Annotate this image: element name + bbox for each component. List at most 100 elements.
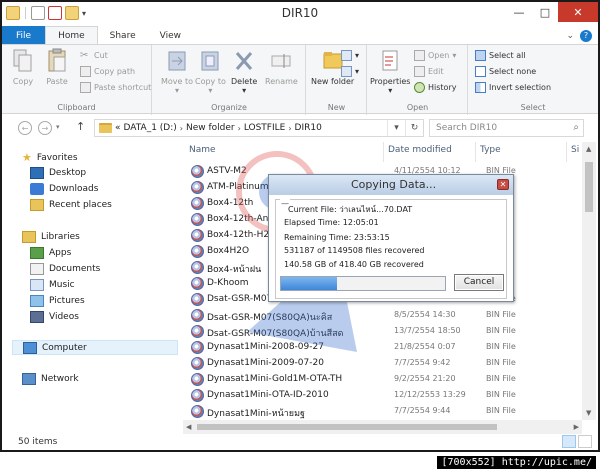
dropdown-icon: ▾ [208, 86, 213, 95]
file-row[interactable]: Dynasat1Mini-2008-09-27 21/8/2554 0:07 BIN… [189, 340, 589, 355]
recent-locations-icon[interactable]: ▾ [56, 123, 60, 131]
cancel-button[interactable]: Cancel [454, 274, 504, 291]
nav-recent-label: Recent places [49, 200, 112, 210]
breadcrumb-new-folder[interactable]: New folder [186, 123, 235, 133]
desktop-icon [30, 167, 44, 179]
overflow-crumb[interactable]: « [115, 123, 121, 133]
file-row[interactable]: Dsat-GSR-M07(S80QA)บ้านสีสด 13/7/2554 18:… [189, 324, 589, 339]
back-button[interactable]: ← [18, 121, 32, 135]
bin-file-icon [191, 309, 204, 322]
bin-file-icon [191, 389, 204, 402]
file-row[interactable]: Dynasat1Mini-Gold1M-OTA-TH 9/2/2554 21:20… [189, 372, 589, 387]
new-item-button[interactable]: ▾ [341, 50, 359, 61]
select-none-button[interactable]: Select none [475, 66, 536, 77]
column-divider[interactable] [383, 142, 384, 162]
tab-share[interactable]: Share [98, 26, 148, 45]
copy-path-button[interactable]: Copy path [80, 66, 135, 77]
minimize-button[interactable]: — [506, 2, 532, 22]
chevron-right-icon[interactable]: › [180, 124, 183, 133]
address-history-icon[interactable]: ▾ [387, 120, 405, 136]
column-size[interactable]: Si [571, 145, 579, 155]
address-bar-controls: ▾ ↻ [387, 120, 423, 136]
chevron-right-icon[interactable]: › [238, 124, 241, 133]
search-icon[interactable]: ⌕ [573, 122, 579, 133]
nav-desktop[interactable]: Desktop [30, 167, 86, 179]
bin-file-icon [191, 357, 204, 370]
edit-button[interactable]: Edit [414, 66, 444, 77]
scroll-down-icon[interactable]: ▼ [586, 409, 591, 417]
invert-selection-button[interactable]: Invert selection [475, 82, 551, 93]
dialog-close-button[interactable]: ✕ [497, 179, 509, 190]
scroll-left-icon[interactable]: ◀ [186, 423, 191, 431]
move-to-button[interactable]: Move to ▾ [161, 48, 193, 95]
nav-libraries[interactable]: Libraries [22, 231, 80, 243]
easy-access-button[interactable]: ▾ [341, 66, 359, 77]
scroll-thumb[interactable] [585, 162, 593, 212]
file-row[interactable]: Dynasat1Mini-OTA-ID-2010 12/12/2553 13:29… [189, 388, 589, 403]
nav-favorites[interactable]: ★ Favorites [22, 151, 78, 164]
column-divider[interactable] [475, 142, 476, 162]
nav-downloads-label: Downloads [49, 184, 99, 194]
ribbon-tabs: File Home Share View ⌄ ? [2, 26, 598, 45]
column-name[interactable]: Name [189, 145, 216, 155]
file-row[interactable]: Dynasat1Mini-2009-07-20 7/7/2554 9:42 BIN … [189, 356, 589, 371]
search-input[interactable]: Search DIR10 ⌕ [429, 119, 584, 137]
tab-file[interactable]: File [2, 26, 46, 45]
large-icons-view-icon[interactable] [578, 435, 592, 448]
nav-network[interactable]: Network [22, 373, 79, 385]
copy-to-button[interactable]: Copy to ▾ [195, 48, 226, 95]
paste-button[interactable]: Paste [46, 48, 68, 86]
breadcrumb-drive[interactable]: DATA_1 (D:) [124, 123, 177, 133]
refresh-icon[interactable]: ↻ [405, 120, 423, 136]
nav-computer[interactable]: Computer [12, 340, 178, 355]
nav-documents[interactable]: Documents [30, 263, 100, 275]
address-bar[interactable]: « DATA_1 (D:) › New folder › LOSTFILE › … [94, 119, 424, 137]
scroll-thumb[interactable] [197, 424, 497, 430]
file-row[interactable]: Dynasat1Mini-หน้ายมฐ 7/7/2554 9:44 BIN Fil… [189, 404, 589, 419]
file-name: Dsat-GSR-M07(S80QA)นะคิส [207, 313, 333, 323]
nav-videos[interactable]: Videos [30, 311, 79, 323]
help-icon[interactable]: ? [580, 29, 592, 42]
current-file: Current File: ว่าเลนไหน์...70.DAT [288, 205, 413, 214]
column-type[interactable]: Type [480, 145, 501, 155]
column-date-modified[interactable]: Date modified [388, 145, 452, 155]
horizontal-scrollbar[interactable]: ◀ ▶ [183, 420, 582, 434]
breadcrumb-lostfile[interactable]: LOSTFILE [244, 123, 286, 133]
bin-file-icon [191, 197, 204, 210]
chevron-right-icon[interactable]: › [288, 124, 291, 133]
details-view-icon[interactable] [562, 435, 576, 448]
file-row[interactable]: Dsat-GSR-M07(S80QA)นะคิส 8/5/2554 14:30 BI… [189, 308, 589, 323]
delete-button[interactable]: Delete ▾ [231, 48, 257, 95]
copy-button[interactable]: Copy [12, 48, 34, 86]
vertical-scrollbar[interactable]: ▲ ▼ [582, 142, 596, 420]
scroll-right-icon[interactable]: ▶ [574, 423, 579, 431]
paste-shortcut-button[interactable]: Paste shortcut [80, 82, 151, 93]
select-all-button[interactable]: Select all [475, 50, 526, 61]
nav-pictures[interactable]: Pictures [30, 295, 85, 307]
cut-button[interactable]: ✂ Cut [80, 50, 108, 61]
rename-button[interactable]: Rename [265, 48, 298, 86]
tab-view[interactable]: View [148, 26, 193, 45]
open-button[interactable]: Open ▾ [414, 50, 456, 61]
image-caption: [700x552] http://upic.me/ [437, 456, 596, 469]
expand-ribbon-icon[interactable]: ⌄ [566, 31, 574, 41]
properties-button[interactable]: Properties ▾ [370, 48, 410, 95]
history-button[interactable]: History [414, 82, 456, 93]
breadcrumb-current[interactable]: DIR10 [295, 123, 322, 133]
close-button[interactable]: ✕ [558, 2, 598, 22]
forward-button[interactable]: → [38, 121, 52, 135]
nav-music[interactable]: Music [30, 279, 75, 291]
bin-file-icon [191, 261, 204, 274]
tab-home[interactable]: Home [45, 26, 98, 45]
paste-label: Paste [46, 77, 68, 86]
bin-file-icon [191, 165, 204, 178]
nav-downloads[interactable]: Downloads [30, 183, 98, 195]
dropdown-icon: ▾ [175, 86, 180, 95]
up-button[interactable]: ↑ [76, 120, 85, 133]
maximize-button[interactable]: □ [532, 2, 558, 22]
nav-apps[interactable]: Apps [30, 247, 71, 259]
scroll-up-icon[interactable]: ▲ [586, 145, 591, 153]
computer-icon [23, 341, 37, 354]
nav-recent-places[interactable]: Recent places [30, 199, 112, 211]
column-divider[interactable] [566, 142, 567, 162]
